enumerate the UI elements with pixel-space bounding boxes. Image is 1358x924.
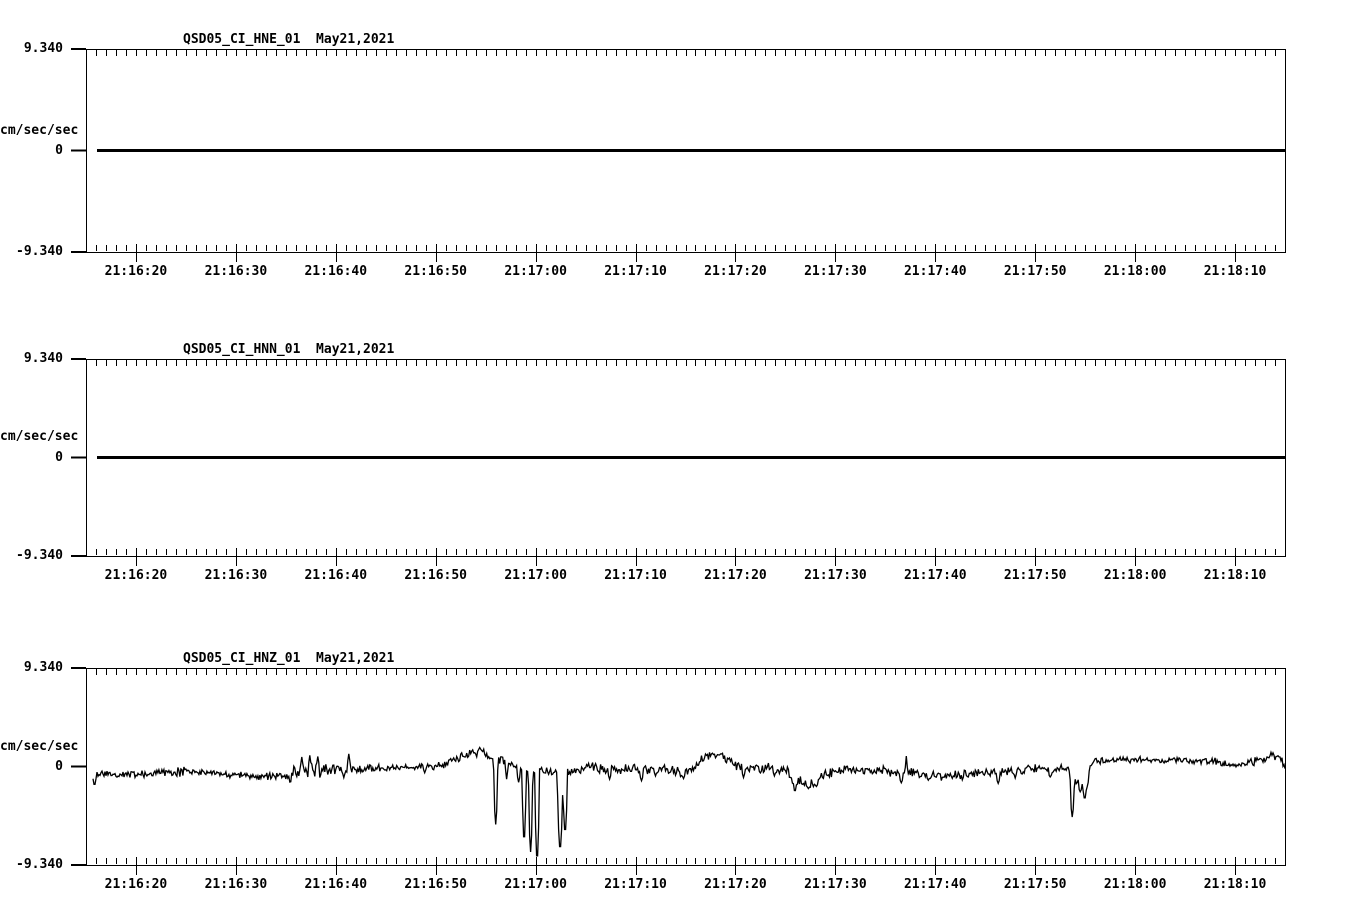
x-tick-label: 21:17:20 (704, 877, 767, 892)
panel-title-hnn: QSD05_CI_HNN_01 May21,2021 (183, 342, 395, 357)
y-tick-label: 9.340 (23, 351, 63, 366)
x-tick-label: 21:18:10 (1203, 264, 1267, 279)
x-tick-label: 21:16:50 (404, 264, 468, 279)
x-tick-label: 21:16:20 (104, 877, 168, 892)
y-tick-label: 9.340 (23, 41, 63, 56)
x-tick-label: 21:18:00 (1103, 877, 1167, 892)
x-tick-label: 21:17:10 (604, 877, 667, 892)
x-tick-label: 21:17:00 (504, 264, 567, 279)
x-tick-label: 21:17:00 (504, 568, 567, 583)
x-tick-label: 21:16:40 (304, 568, 368, 583)
x-tick-label: 21:16:50 (404, 568, 468, 583)
x-tick-label: 21:16:50 (404, 877, 468, 892)
x-tick-label: 21:17:50 (1003, 568, 1067, 583)
y-axis-unit-label-hnn: cm/sec/sec (0, 429, 79, 444)
seismogram-viewer: QSD05_CI_HNE_01 May21,2021 QSD05_CI_HNN_… (0, 0, 1358, 924)
x-tick-label: 21:17:20 (704, 264, 767, 279)
waveform-trace-hnz (92, 746, 1286, 857)
y-tick-label: 0 (55, 758, 63, 774)
y-tick-label: 0 (55, 449, 63, 465)
x-tick-label: 21:17:40 (903, 568, 967, 583)
panel-title-hne: QSD05_CI_HNE_01 May21,2021 (183, 32, 395, 47)
x-tick-label: 21:18:10 (1203, 877, 1267, 892)
x-tick-label: 21:17:40 (903, 877, 967, 892)
plot-box (86, 668, 1286, 866)
y-tick-label: 9.340 (23, 660, 63, 675)
x-tick-label: 21:17:30 (804, 264, 867, 279)
x-tick-label: 21:17:30 (804, 877, 867, 892)
panel-title-hnz: QSD05_CI_HNZ_01 May21,2021 (183, 651, 395, 666)
x-tick-label: 21:18:00 (1103, 264, 1167, 279)
y-tick-label: -9.340 (16, 548, 63, 563)
x-tick-label: 21:17:40 (903, 264, 967, 279)
waveform-plot-canvas (71, 48, 1286, 875)
x-tick-label: 21:16:30 (204, 264, 268, 279)
y-tick-label: -9.340 (16, 244, 63, 259)
y-tick-label: 0 (55, 142, 63, 158)
x-tick-label: 21:16:20 (104, 264, 168, 279)
x-tick-label: 21:17:20 (704, 568, 767, 583)
x-tick-label: 21:16:40 (304, 877, 368, 892)
x-tick-label: 21:17:10 (604, 568, 667, 583)
x-tick-label: 21:17:50 (1003, 877, 1067, 892)
x-tick-label: 21:18:00 (1103, 568, 1167, 583)
x-tick-label: 21:17:10 (604, 264, 667, 279)
x-tick-label: 21:16:40 (304, 264, 368, 279)
x-tick-label: 21:16:20 (104, 568, 168, 583)
y-axis-unit-label-hnz: cm/sec/sec (0, 739, 79, 754)
x-tick-label: 21:17:00 (504, 877, 567, 892)
x-tick-label: 21:17:50 (1003, 264, 1067, 279)
x-tick-label: 21:18:10 (1203, 568, 1267, 583)
x-tick-label: 21:17:30 (804, 568, 867, 583)
y-tick-label: -9.340 (16, 857, 63, 872)
x-tick-label: 21:16:30 (204, 877, 268, 892)
y-axis-unit-label-hne: cm/sec/sec (0, 123, 79, 138)
x-tick-label: 21:16:30 (204, 568, 268, 583)
